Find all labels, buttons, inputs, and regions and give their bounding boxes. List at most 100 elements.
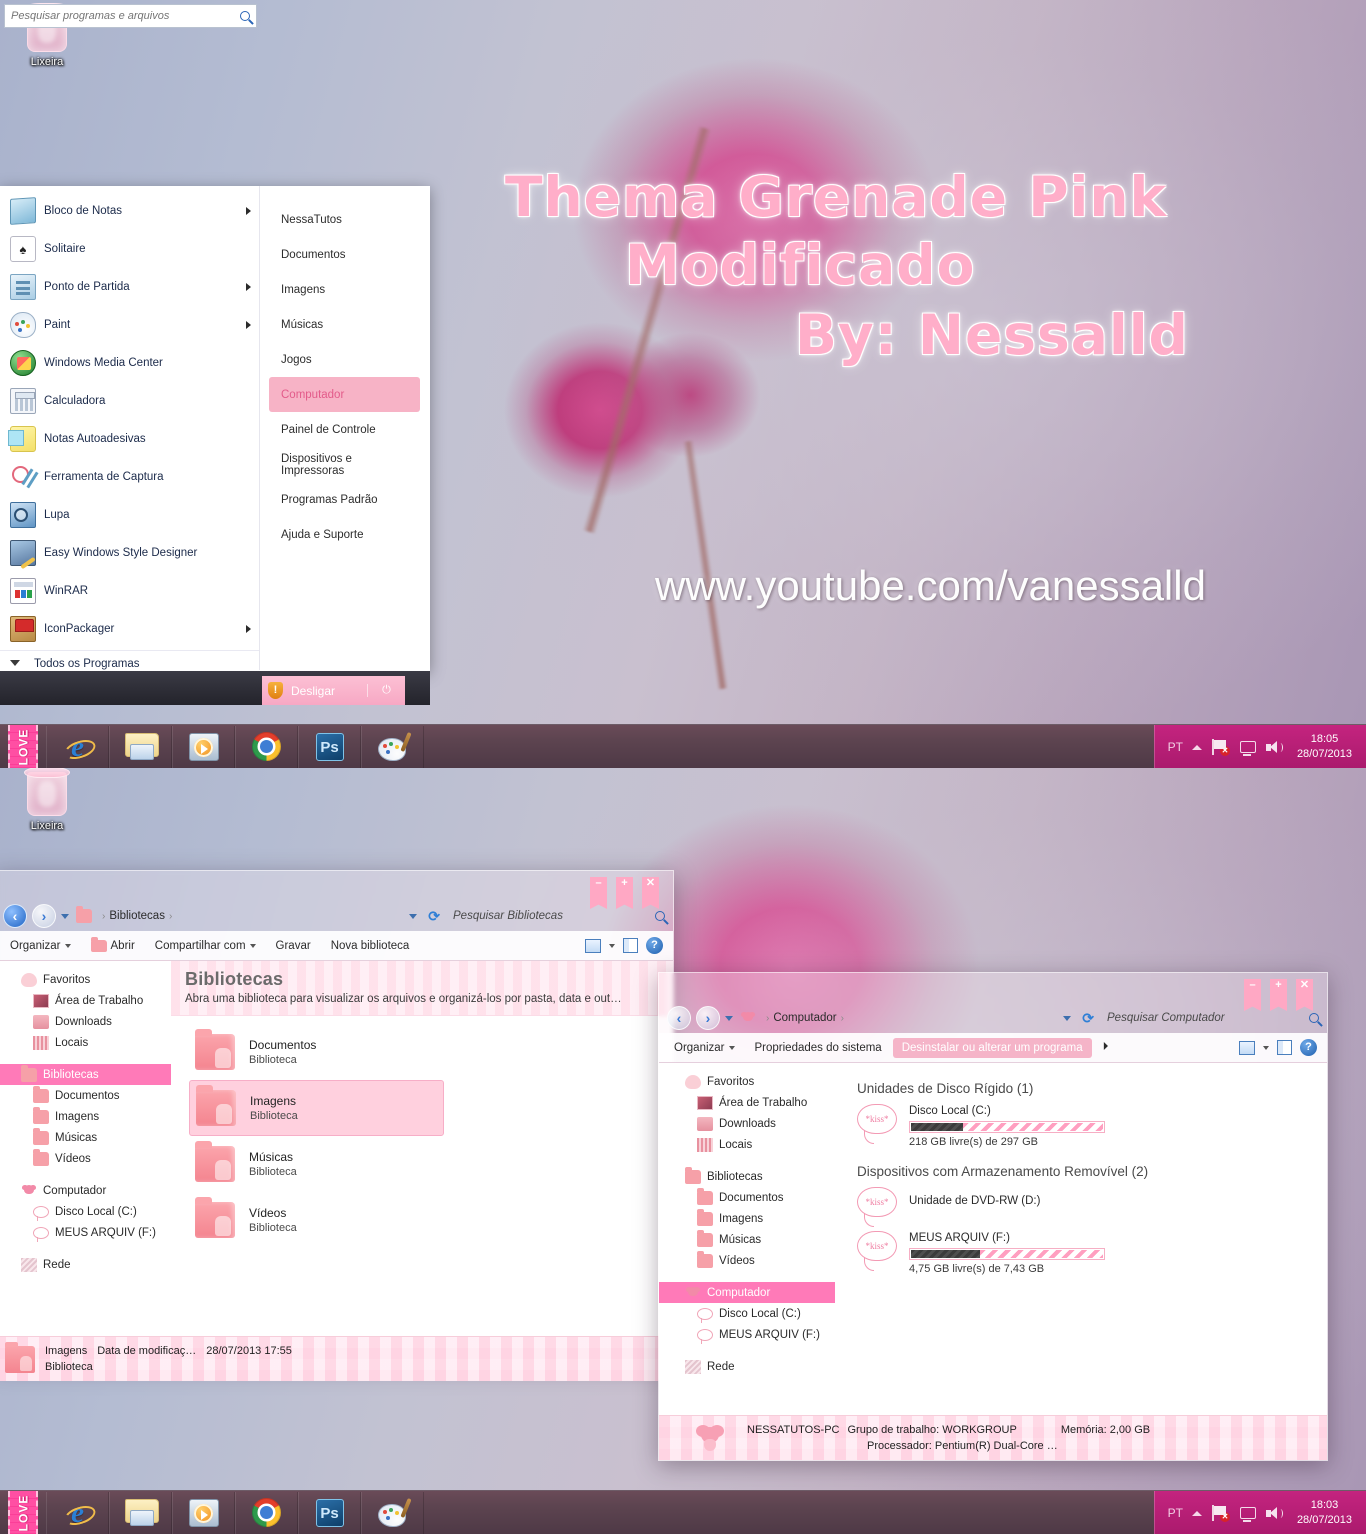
nav-group-computador[interactable]: Computador: [659, 1282, 835, 1303]
start-menu-item[interactable]: WinRAR: [0, 572, 259, 610]
back-button[interactable]: ‹: [667, 1006, 691, 1030]
refresh-icon[interactable]: ⟳: [428, 908, 440, 925]
chevron-down-icon[interactable]: [1263, 1045, 1269, 1050]
start-menu-place-computador[interactable]: Computador: [269, 377, 420, 412]
start-menu-item[interactable]: Ferramenta de Captura: [0, 458, 259, 496]
help-icon[interactable]: ?: [1300, 1039, 1317, 1056]
nav-item-videos[interactable]: Vídeos: [659, 1250, 835, 1271]
search-input[interactable]: [11, 10, 240, 22]
breadcrumb-current[interactable]: Computador: [773, 1012, 836, 1024]
nav-item-documentos[interactable]: Documentos: [0, 1085, 171, 1106]
volume-icon[interactable]: [1265, 740, 1283, 755]
minimize-button[interactable]: –: [590, 877, 607, 903]
address-dropdown-button[interactable]: [409, 913, 418, 919]
clock[interactable]: 18:03 28/07/2013: [1297, 1498, 1352, 1528]
list-item[interactable]: Documentos Biblioteca: [189, 1024, 444, 1080]
toolbar-organizar[interactable]: Organizar: [665, 1038, 744, 1058]
taskbar-app-internet-explorer[interactable]: [46, 1491, 109, 1534]
start-menu-item[interactable]: Easy Windows Style Designer: [0, 534, 259, 572]
change-view-icon[interactable]: [1239, 1040, 1255, 1055]
taskbar-app-media-player[interactable]: [172, 725, 235, 768]
nav-item-disco-local-c[interactable]: Disco Local (C:): [659, 1303, 835, 1324]
network-icon[interactable]: [1238, 1505, 1256, 1522]
search-box-bibliotecas[interactable]: Pesquisar Bibliotecas: [445, 910, 665, 922]
taskbar-app-chrome[interactable]: [235, 1491, 298, 1534]
help-icon[interactable]: ?: [646, 937, 663, 954]
start-menu-place-jogos[interactable]: Jogos: [269, 342, 420, 377]
start-menu-place-programas-padrao[interactable]: Programas Padrão: [269, 482, 420, 517]
start-menu-place-documentos[interactable]: Documentos: [269, 237, 420, 272]
start-menu-item[interactable]: Windows Media Center: [0, 344, 259, 382]
forward-button[interactable]: ›: [32, 904, 56, 928]
taskbar-app-media-player[interactable]: [172, 1491, 235, 1534]
start-menu-place-musicas[interactable]: Músicas: [269, 307, 420, 342]
taskbar-app-windows-explorer[interactable]: [109, 1491, 172, 1534]
tray-language[interactable]: PT: [1168, 740, 1183, 754]
drive-row[interactable]: *kiss* MEUS ARQUIV (F:) 4,75 GB livre(s)…: [857, 1231, 1327, 1275]
toolbar-organizar[interactable]: Organizar: [1, 936, 80, 956]
show-hidden-icons-button[interactable]: [1191, 1510, 1202, 1516]
network-icon[interactable]: [1238, 739, 1256, 756]
close-button[interactable]: ✕: [642, 877, 659, 903]
start-menu-place-imagens[interactable]: Imagens: [269, 272, 420, 307]
nav-item-imagens[interactable]: Imagens: [659, 1208, 835, 1229]
breadcrumb[interactable]: › Bibliotecas ›: [100, 910, 404, 922]
nav-group-rede[interactable]: Rede: [0, 1254, 171, 1275]
nav-item-documentos[interactable]: Documentos: [659, 1187, 835, 1208]
nav-group-computador[interactable]: Computador: [0, 1180, 171, 1201]
nav-group-bibliotecas[interactable]: Bibliotecas: [659, 1166, 835, 1187]
start-menu-item[interactable]: Notas Autoadesivas: [0, 420, 259, 458]
toolbar-desinstalar-ou-alterar-um-programa[interactable]: Desinstalar ou alterar um programa: [892, 1037, 1092, 1058]
list-item[interactable]: Músicas Biblioteca: [189, 1136, 444, 1192]
nav-item-locais[interactable]: Locais: [0, 1032, 171, 1053]
toolbar-overflow-button[interactable]: ⏵: [1094, 1037, 1118, 1058]
desktop-icon-recycle-bin-2[interactable]: Lixeira: [8, 768, 86, 832]
nav-group-favoritos[interactable]: Favoritos: [0, 969, 171, 990]
change-view-icon[interactable]: [585, 938, 601, 953]
start-menu-item[interactable]: Calculadora: [0, 382, 259, 420]
nav-item-disco-local-c[interactable]: Disco Local (C:): [0, 1201, 171, 1222]
taskbar-app-photoshop[interactable]: [298, 1491, 361, 1534]
volume-icon[interactable]: [1265, 1506, 1283, 1521]
nav-item-downloads[interactable]: Downloads: [0, 1011, 171, 1032]
nav-group-favoritos[interactable]: Favoritos: [659, 1071, 835, 1092]
nav-group-bibliotecas[interactable]: Bibliotecas: [0, 1064, 171, 1085]
list-item[interactable]: Vídeos Biblioteca: [189, 1192, 444, 1248]
start-menu-search[interactable]: [4, 4, 257, 28]
refresh-icon[interactable]: ⟳: [1082, 1010, 1094, 1027]
chevron-down-icon[interactable]: [609, 943, 615, 948]
back-button[interactable]: ‹: [3, 904, 27, 928]
nav-item-meus-arquiv-f[interactable]: MEUS ARQUIV (F:): [0, 1222, 171, 1243]
preview-pane-icon[interactable]: [1277, 1040, 1292, 1055]
start-menu-item[interactable]: Bloco de Notas: [0, 192, 259, 230]
nav-item-area-de-trabalho[interactable]: Área de Trabalho: [0, 990, 171, 1011]
action-center-icon[interactable]: ✕: [1211, 739, 1230, 756]
taskbar-app-windows-explorer[interactable]: [109, 725, 172, 768]
nav-group-rede[interactable]: Rede: [659, 1356, 835, 1377]
nav-item-musicas[interactable]: Músicas: [0, 1127, 171, 1148]
maximize-button[interactable]: +: [616, 877, 633, 903]
nav-item-locais[interactable]: Locais: [659, 1134, 835, 1155]
taskbar-app-chrome[interactable]: [235, 725, 298, 768]
nav-item-videos[interactable]: Vídeos: [0, 1148, 171, 1169]
start-menu-item[interactable]: Ponto de Partida: [0, 268, 259, 306]
start-menu-place-dispositivos-e-impressoras[interactable]: Dispositivos e Impressoras: [269, 447, 420, 482]
breadcrumb-current[interactable]: Bibliotecas: [109, 910, 165, 922]
list-item[interactable]: Imagens Biblioteca: [189, 1080, 444, 1136]
recent-pages-button[interactable]: [61, 913, 69, 919]
nav-item-musicas[interactable]: Músicas: [659, 1229, 835, 1250]
toolbar-nova-biblioteca[interactable]: Nova biblioteca: [322, 936, 419, 956]
maximize-button[interactable]: +: [1270, 979, 1287, 1005]
action-center-icon[interactable]: ✕: [1211, 1505, 1230, 1522]
tray-language[interactable]: PT: [1168, 1506, 1183, 1520]
toolbar-abrir[interactable]: Abrir: [82, 936, 144, 956]
taskbar-app-paint[interactable]: [361, 1491, 424, 1534]
search-box-computador[interactable]: Pesquisar Computador: [1099, 1012, 1319, 1024]
nav-item-meus-arquiv-f[interactable]: MEUS ARQUIV (F:): [659, 1324, 835, 1345]
start-menu-place-painel-de-controle[interactable]: Painel de Controle: [269, 412, 420, 447]
forward-button[interactable]: ›: [696, 1006, 720, 1030]
taskbar-app-paint[interactable]: [361, 725, 424, 768]
start-button[interactable]: LOVE: [0, 1490, 46, 1534]
show-hidden-icons-button[interactable]: [1191, 744, 1202, 750]
start-menu-item[interactable]: Solitaire: [0, 230, 259, 268]
